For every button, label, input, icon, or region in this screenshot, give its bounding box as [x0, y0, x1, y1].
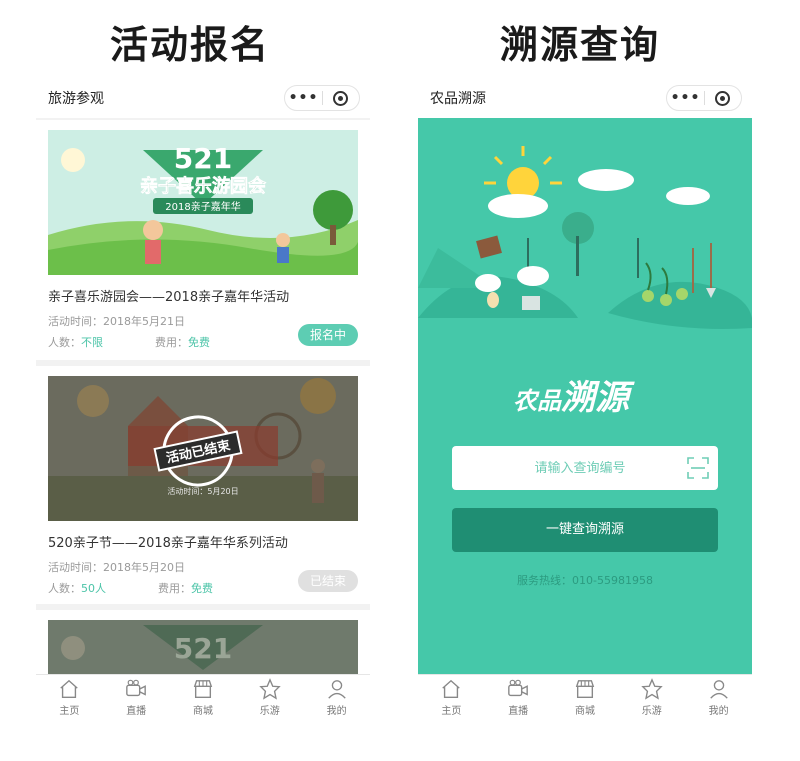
fee-value: 免费 [191, 582, 213, 595]
trace-main: 农品溯源 一键查询溯源 服务热线：010-55981958 [418, 118, 752, 674]
signup-closed-button[interactable]: 已结束 [298, 570, 358, 592]
tab-mall[interactable]: 商城 [552, 675, 619, 720]
tab-live[interactable]: 直播 [485, 675, 552, 720]
tab-mall[interactable]: 商城 [170, 675, 237, 720]
activity-banner[interactable]: 521 [48, 620, 358, 680]
tab-label: 直播 [126, 706, 147, 717]
traceability-query-screen: 农品溯源 ••• 农品溯源 请输入查询编号 一键查询溯源 服务热线：010-55… [418, 78, 752, 720]
tab-live[interactable]: 直播 [103, 675, 170, 720]
banner-number: 521 [174, 632, 232, 665]
people-label: 人数： [48, 582, 81, 595]
left-section-heading: 活动报名 [110, 23, 271, 67]
activity-title: 亲子喜乐游园会——2018亲子嘉年华活动 [48, 290, 290, 305]
banner-time-text: 活动时间：5月20日 [167, 486, 238, 496]
title-big: 溯源 [561, 378, 629, 418]
fee-label: 费用： [158, 582, 191, 595]
miniprogram-capsule: ••• [284, 85, 360, 111]
star-icon [641, 678, 663, 700]
close-miniprogram-icon[interactable] [705, 90, 741, 106]
activity-banner[interactable]: 活动已结束 活动时间：5月20日 [48, 376, 358, 521]
tab-mine[interactable]: 我的 [685, 675, 752, 720]
tab-home[interactable]: 主页 [418, 675, 485, 720]
tab-label: 主页 [441, 706, 462, 717]
service-hotline: 服务热线：010-55981958 [517, 574, 653, 587]
query-code-input[interactable] [452, 460, 678, 476]
tab-mine[interactable]: 我的 [303, 675, 370, 720]
home-icon [442, 679, 461, 698]
store-icon [193, 680, 213, 698]
close-miniprogram-icon[interactable] [323, 90, 359, 106]
page-title: 农品溯源 [430, 91, 486, 107]
activity-signup-screen: 旅游参观 ••• 521 亲子喜乐游园会 2018亲子嘉年华 亲子喜乐游园会——… [36, 78, 370, 720]
scan-icon[interactable] [678, 446, 718, 490]
query-input-box[interactable] [452, 446, 718, 490]
nav-bar: 农品溯源 ••• [418, 78, 752, 118]
tab-label: 主页 [59, 706, 80, 717]
banner-illustration-ended: 活动已结束 活动时间：5月20日 [48, 376, 358, 521]
right-section-heading: 溯源查询 [500, 23, 661, 67]
tab-label: 商城 [574, 706, 595, 717]
fee-label: 费用： [155, 336, 188, 349]
tab-travel[interactable]: 乐游 [236, 675, 303, 720]
more-menu-icon[interactable]: ••• [667, 90, 704, 106]
tab-bar: 主页 直播 商城 乐游 我的 [36, 674, 370, 720]
tab-travel[interactable]: 乐游 [618, 675, 685, 720]
time-label: 活动时间： [48, 561, 103, 574]
user-icon [327, 680, 346, 699]
banner-subtitle: 亲子喜乐游园会 [140, 175, 266, 197]
activity-card[interactable]: 521 亲子喜乐游园会 2018亲子嘉年华 亲子喜乐游园会——2018亲子嘉年华… [36, 120, 370, 360]
time-value: 2018年5月20日 [103, 561, 185, 574]
people-value: 50人 [81, 582, 106, 595]
home-icon [60, 679, 79, 698]
star-icon [259, 678, 281, 700]
video-camera-icon [126, 679, 147, 697]
title-small: 农品 [513, 387, 561, 415]
farm-illustration [418, 146, 752, 329]
more-menu-icon[interactable]: ••• [285, 90, 322, 106]
tab-label: 商城 [192, 706, 213, 717]
activity-title: 520亲子节——2018亲子嘉年华系列活动 [48, 536, 288, 551]
tab-label: 乐游 [641, 706, 662, 717]
tab-home[interactable]: 主页 [36, 675, 103, 720]
people-label: 人数： [48, 336, 81, 349]
banner-illustration: 521 亲子喜乐游园会 2018亲子嘉年华 [48, 130, 358, 275]
tab-label: 乐游 [259, 706, 280, 717]
fee-value: 免费 [188, 336, 210, 349]
time-value: 2018年5月21日 [103, 315, 185, 328]
tab-bar: 主页 直播 商城 乐游 我的 [418, 674, 752, 720]
tab-label: 我的 [326, 706, 347, 717]
time-label: 活动时间： [48, 315, 103, 328]
miniprogram-capsule: ••• [666, 85, 742, 111]
one-click-query-button[interactable]: 一键查询溯源 [452, 508, 718, 552]
activity-card[interactable]: 521 [36, 610, 370, 680]
activity-card[interactable]: 活动已结束 活动时间：5月20日 520亲子节——2018亲子嘉年华系列活动 活… [36, 366, 370, 604]
store-icon [575, 680, 595, 698]
banner-tag: 2018亲子嘉年华 [165, 200, 240, 213]
user-icon [709, 680, 728, 699]
banner-illustration-dim: 521 [48, 620, 358, 680]
page-title: 旅游参观 [48, 91, 104, 107]
video-camera-icon [508, 679, 529, 697]
activity-banner[interactable]: 521 亲子喜乐游园会 2018亲子嘉年华 [48, 130, 358, 275]
signup-open-button[interactable]: 报名中 [298, 324, 358, 346]
banner-number: 521 [174, 142, 232, 175]
nav-bar: 旅游参观 ••• [36, 78, 370, 118]
tab-label: 我的 [708, 706, 729, 717]
trace-logo-title: 农品溯源 [513, 370, 629, 419]
people-value: 不限 [81, 336, 103, 349]
tab-label: 直播 [508, 706, 529, 717]
